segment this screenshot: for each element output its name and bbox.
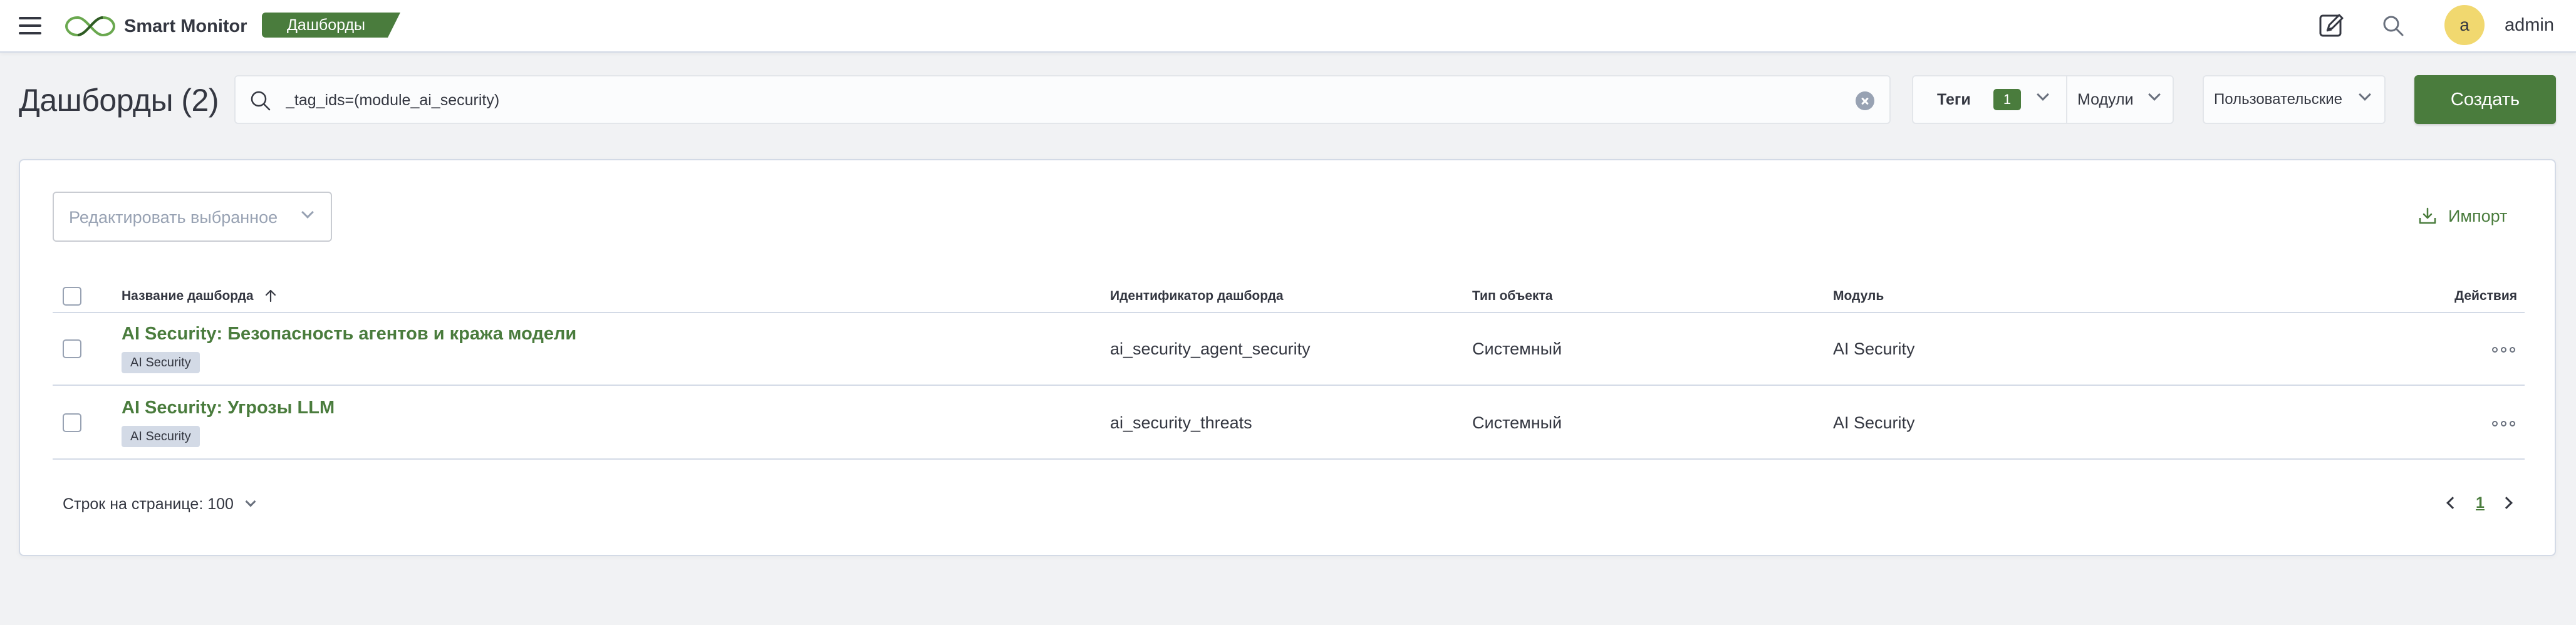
previous-page-icon[interactable] [2446, 497, 2459, 509]
column-header-module[interactable]: Модуль [1833, 287, 1884, 306]
type-filter-label: Пользовательские [2214, 91, 2342, 108]
sort-ascending-icon [266, 289, 276, 302]
pagination: 1 [2437, 491, 2525, 516]
search-icon [251, 91, 271, 111]
tags-filter-button[interactable]: Теги 1 [1913, 76, 2066, 123]
object-type: Системный [1472, 413, 1562, 432]
modules-filter-label: Модули [2077, 91, 2134, 108]
table-footer: Строк на странице: 100 1 [53, 486, 2525, 524]
column-header-type[interactable]: Тип объекта [1472, 287, 1552, 306]
create-button[interactable]: Создать [2414, 75, 2556, 124]
breadcrumb-dashboards[interactable]: Дашборды [262, 13, 400, 38]
dashboard-id: ai_security_agent_security [1110, 339, 1311, 358]
page-title: Дашборды (2) [19, 83, 219, 118]
search-icon[interactable] [2378, 11, 2408, 41]
dashboard-link[interactable]: AI Security: Безопасность агентов и краж… [122, 322, 576, 346]
filter-group: Теги 1 Модули [1912, 75, 2174, 124]
table-header: Название дашборда Идентификатор дашборда… [53, 279, 2525, 313]
tags-count-badge: 1 [1993, 89, 2021, 110]
import-icon [2419, 207, 2436, 224]
object-type: Системный [1472, 339, 1562, 358]
app-name: Smart Monitor [124, 16, 247, 36]
module-name: AI Security [1833, 339, 1915, 358]
chevron-down-icon [2359, 88, 2371, 101]
search-input[interactable] [286, 85, 1827, 115]
column-header-actions: Действия [2454, 289, 2517, 303]
tags-filter-label: Теги [1937, 91, 1971, 108]
rows-per-page-label: Строк на странице: 100 [63, 495, 234, 513]
dashboard-id: ai_security_threats [1110, 413, 1252, 432]
rows-per-page-selector[interactable]: Строк на странице: 100 [63, 493, 256, 515]
page-number[interactable]: 1 [2471, 492, 2490, 514]
user-name[interactable]: admin [2505, 14, 2554, 36]
column-header-name[interactable]: Название дашборда [122, 287, 278, 306]
import-label: Импорт [2448, 207, 2508, 225]
row-checkbox[interactable] [63, 339, 81, 358]
dashboard-link[interactable]: AI Security: Угрозы LLM [122, 396, 335, 420]
module-name: AI Security [1833, 413, 1915, 432]
clear-search-icon[interactable] [1856, 91, 1874, 110]
logo-icon [65, 16, 116, 37]
table-row: AI Security: Безопасность агентов и краж… [53, 313, 2525, 386]
more-actions-icon[interactable] [2492, 344, 2517, 354]
edit-icon[interactable] [2317, 11, 2347, 41]
bulk-edit-label: Редактировать выбранное [69, 208, 278, 227]
chevron-down-icon [2037, 88, 2049, 101]
top-header: Smart Monitor Дашборды a admin [0, 0, 2576, 53]
menu-icon[interactable] [19, 17, 41, 34]
bulk-edit-button[interactable]: Редактировать выбранное [53, 192, 332, 242]
modules-filter-button[interactable]: Модули [2066, 76, 2173, 123]
next-page-icon[interactable] [2500, 497, 2513, 509]
select-all-checkbox[interactable] [63, 287, 81, 306]
more-actions-icon[interactable] [2492, 418, 2517, 428]
tag-badge: AI Security [122, 352, 200, 373]
type-filter-select[interactable]: Пользовательские [2203, 75, 2386, 124]
column-header-id[interactable]: Идентификатор дашборда [1110, 287, 1284, 306]
chevron-down-icon [301, 206, 314, 219]
tag-badge: AI Security [122, 426, 200, 447]
search-bar [234, 75, 1891, 124]
chevron-down-icon [2148, 88, 2161, 101]
chevron-down-icon [245, 496, 256, 507]
row-checkbox[interactable] [63, 413, 81, 432]
dashboards-panel: Редактировать выбранное Импорт Название … [19, 159, 2556, 556]
table-row: AI Security: Угрозы LLM AI Security ai_s… [53, 387, 2525, 460]
avatar[interactable]: a [2444, 5, 2485, 45]
